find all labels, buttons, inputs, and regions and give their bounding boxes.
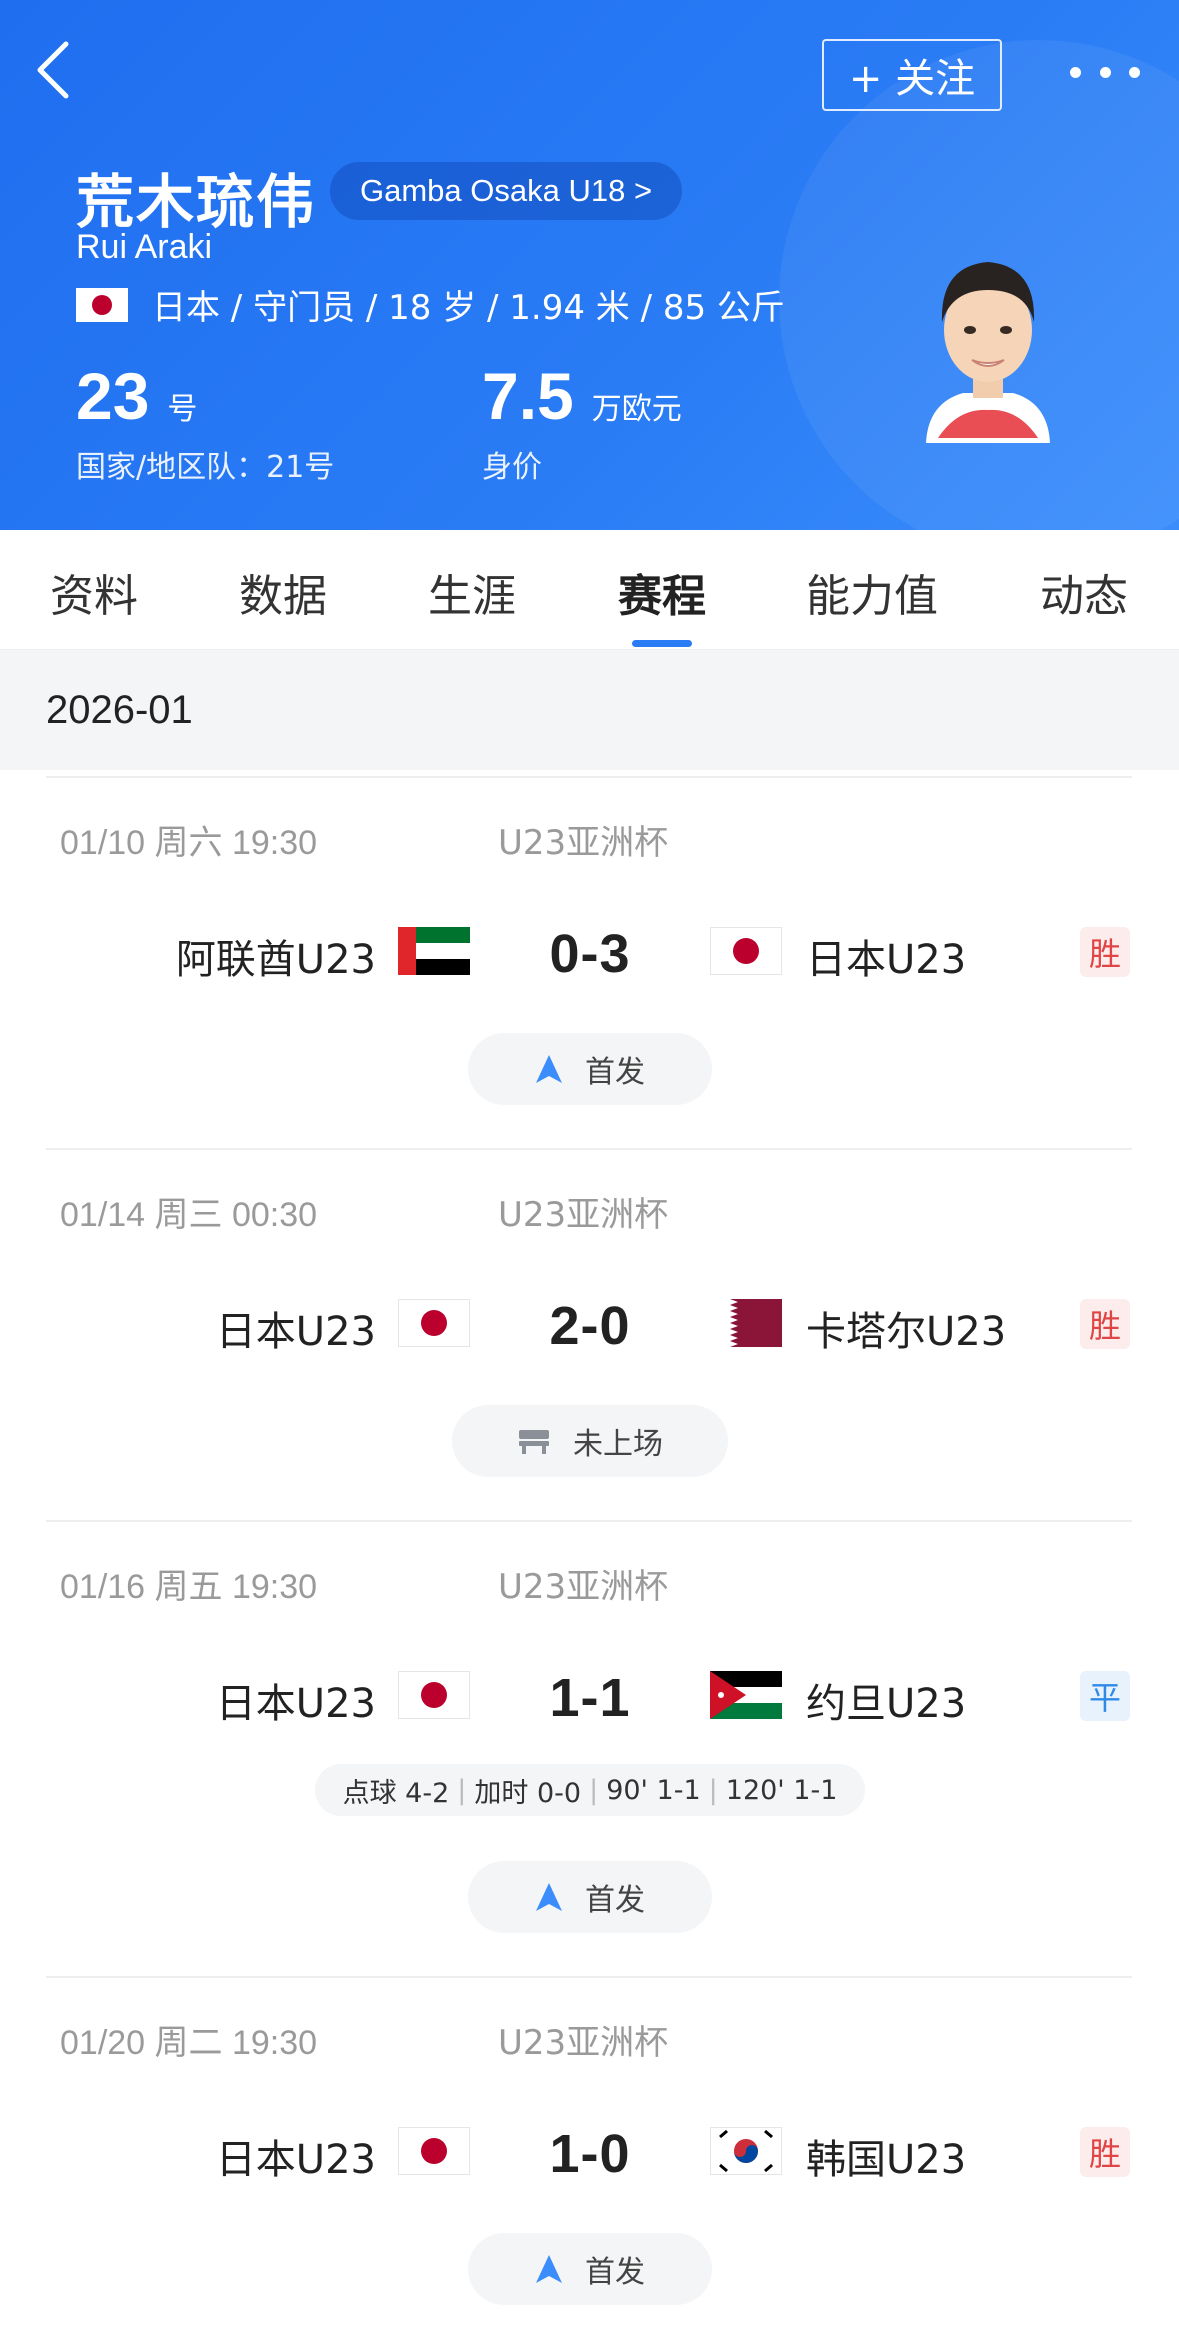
match-datetime: 01/14 周三 00:30 [60,1196,318,1234]
match-datetime: 01/20 周二 19:30 [60,2024,318,2062]
dot-icon [1099,66,1111,78]
match-card[interactable]: 01/20 周二 19:30 U23亚洲杯 日本U23 1-0 韩国U23 胜 … [0,2015,1179,2335]
market-value: 7.5 [482,359,574,433]
match-card[interactable]: 01/16 周五 19:30 U23亚洲杯 日本U23 1-1 约旦U23 平 … [0,1559,1179,1959]
lineup-arrow-icon [535,2254,563,2284]
jordan-flag-icon [710,1671,782,1719]
national-team-number: 国家/地区队：21号 [76,450,335,485]
lineup-status-pill: 首发 [468,1033,712,1105]
match-datetime: 01/10 周六 19:30 [60,824,318,862]
result-badge-win: 胜 [1080,927,1130,977]
divider [46,776,1132,778]
match-competition: U23亚洲杯 [498,1195,669,1235]
back-button[interactable] [34,40,94,110]
divider [46,1148,1132,1150]
dot-icon [1129,66,1140,78]
japan-flag-icon [76,287,128,322]
penalty-score: 点球 4-2 [342,1777,450,1809]
market-value-label: 身价 [482,450,542,485]
match-competition: U23亚洲杯 [498,823,669,863]
result-badge-draw: 平 [1080,1671,1130,1721]
match-score: 1-0 [549,2124,631,2184]
lineup-status-pill: 首发 [468,2233,712,2305]
player-avatar [918,238,1058,443]
lineup-status-pill: 首发 [468,1861,712,1933]
lineup-arrow-icon [535,1882,563,1912]
tab-news[interactable]: 动态 [1040,560,1128,624]
chevron-left-icon [37,41,69,99]
lineup-arrow-icon [535,1054,563,1084]
month-header: 2026-01 [0,650,1179,770]
uae-flag-icon [398,927,470,975]
match-datetime: 01/16 周五 19:30 [60,1568,318,1606]
divider [46,1976,1132,1978]
japan-flag-icon [398,1299,470,1347]
more-options-button[interactable] [1070,52,1140,92]
follow-button[interactable]: + 关注 [822,39,1002,111]
extra-time-details: 点球 4-2 | 加时 0-0 | 90' 1-1 | 120' 1-1 [315,1764,865,1816]
player-name-en: Rui Araki [76,228,213,266]
player-info-text: 日本 / 守门员 / 18 岁 / 1.94 米 / 85 公斤 [152,288,785,328]
match-score: 1-1 [549,1668,631,1728]
club-link[interactable]: Gamba Osaka U18 > [330,162,683,220]
player-name-cn: 荒木琉伟 [76,168,317,236]
player-header: + 关注 荒木琉伟 Gamba Osaka U18 > Rui Araki 日本… [0,0,1179,530]
away-team-name: 日本U23 [806,937,967,983]
home-team-name: 阿联酋U23 [175,937,376,983]
match-competition: U23亚洲杯 [498,2023,669,2063]
tab-career[interactable]: 生涯 [428,560,516,624]
dot-icon [1070,66,1081,78]
player-info-row: 日本 / 守门员 / 18 岁 / 1.94 米 / 85 公斤 [76,280,785,329]
tab-ability[interactable]: 能力值 [806,560,938,624]
home-team-name: 日本U23 [215,2137,376,2183]
match-score: 2-0 [549,1296,631,1356]
away-team-name: 卡塔尔U23 [806,1309,1007,1355]
divider [46,1520,1132,1522]
home-team-name: 日本U23 [215,1309,376,1355]
hundred-twenty-minute-score: 120' 1-1 [725,1774,838,1806]
home-team-name: 日本U23 [215,1681,376,1727]
tab-stats[interactable]: 数据 [239,560,327,624]
lineup-status-pill: 未上场 [452,1405,728,1477]
qatar-flag-icon [710,1299,782,1347]
japan-flag-icon [398,2127,470,2175]
result-badge-win: 胜 [1080,2127,1130,2177]
japan-flag-icon [710,927,782,975]
tab-bar: 资料 数据 生涯 赛程 能力值 动态 [0,530,1179,650]
bench-icon [517,1427,551,1455]
match-competition: U23亚洲杯 [498,1567,669,1607]
market-value-unit: 万欧元 [591,392,682,427]
japan-flag-icon [398,1671,470,1719]
shirt-number-block: 23 号 国家/地区队：21号 [76,358,334,486]
extra-time-score: 加时 0-0 [474,1777,582,1809]
away-team-name: 韩国U23 [806,2137,967,2183]
away-team-name: 约旦U23 [806,1681,967,1727]
shirt-number-unit: 号 [167,392,198,427]
tab-profile[interactable]: 资料 [50,560,138,624]
market-value-block: 7.5 万欧元 身价 [482,358,682,486]
tab-schedule[interactable]: 赛程 [618,560,706,624]
separator: | [457,1774,467,1806]
korea-flag-icon [710,2127,782,2175]
match-score: 0-3 [549,924,631,984]
shirt-number: 23 [76,359,150,433]
separator: | [708,1774,718,1806]
separator: | [589,1774,599,1806]
ninety-minute-score: 90' 1-1 [606,1774,701,1806]
active-tab-indicator [632,640,692,647]
match-card[interactable]: 01/10 周六 19:30 U23亚洲杯 阿联酋U23 0-3 日本U23 胜… [0,815,1179,1115]
match-card[interactable]: 01/14 周三 00:30 U23亚洲杯 日本U23 2-0 卡塔尔U23 胜… [0,1187,1179,1487]
result-badge-win: 胜 [1080,1299,1130,1349]
